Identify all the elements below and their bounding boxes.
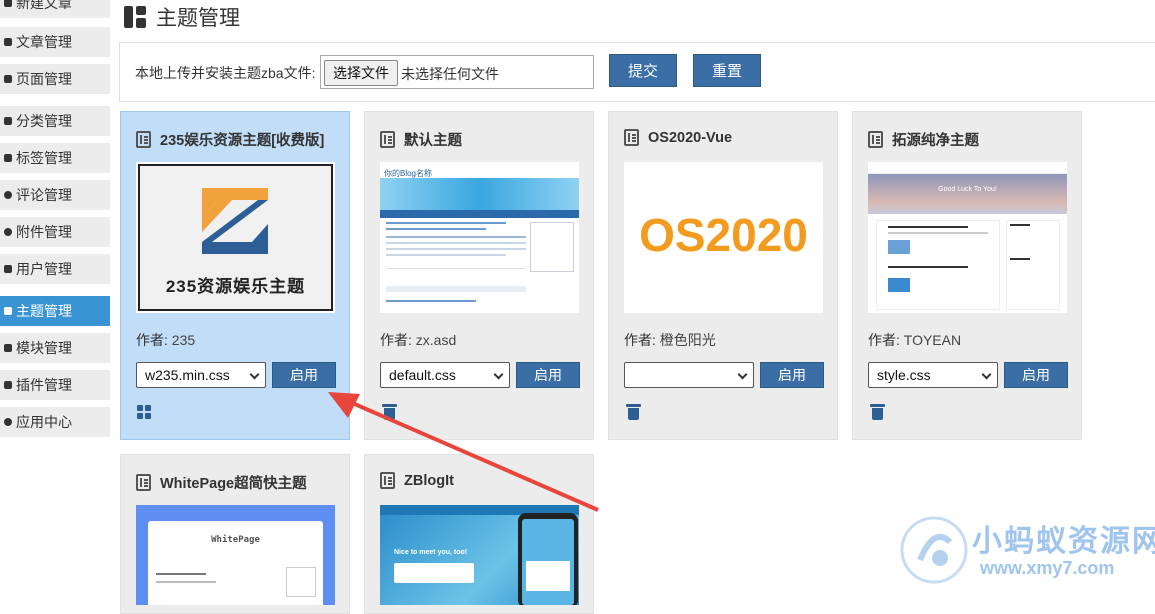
- user-icon: [0, 254, 16, 284]
- sidebar-item-new-post[interactable]: 新建文章: [0, 0, 110, 18]
- plugin-icon: [0, 370, 16, 400]
- watermark-logo-icon: [900, 516, 968, 584]
- theme-thumbnail: 235资源娱乐主题: [136, 162, 335, 313]
- thumbnail-caption: OS2020: [639, 209, 808, 261]
- sidebar-item-categories[interactable]: 分类管理: [0, 106, 110, 136]
- sidebar-item-label: 标签管理: [16, 150, 72, 166]
- pencil-icon: [0, 0, 16, 18]
- style-select[interactable]: style.css: [868, 362, 998, 388]
- watermark-title: 小蚂蚁资源网: [972, 525, 1155, 558]
- sidebar-item-label: 新建文章: [16, 0, 72, 11]
- file-input[interactable]: 选择文件 未选择任何文件: [320, 55, 594, 89]
- sidebar-item-pages[interactable]: 页面管理: [0, 64, 110, 94]
- submit-button[interactable]: 提交: [609, 54, 677, 87]
- dashboard-icon: [124, 6, 146, 28]
- style-select[interactable]: w235.min.css: [136, 362, 266, 388]
- sidebar-item-plugins[interactable]: 插件管理: [0, 370, 110, 400]
- chevron-down-icon: [249, 369, 260, 380]
- sidebar-item-label: 主题管理: [16, 303, 72, 319]
- logo-z-icon: [202, 188, 268, 254]
- sidebar-item-label: 应用中心: [16, 414, 72, 430]
- module-icon: [0, 333, 16, 363]
- theme-title: WhitePage超简快主题: [136, 472, 307, 493]
- enable-button[interactable]: 启用: [272, 362, 336, 388]
- sidebar-item-label: 模块管理: [16, 340, 72, 356]
- sidebar-item-tags[interactable]: 标签管理: [0, 143, 110, 173]
- theme-card: 拓源纯净主题 Good Luck To You! 作者: TOYEAN styl…: [852, 111, 1082, 440]
- theme-author: 作者: TOYEAN: [868, 332, 962, 348]
- sidebar: 新建文章 文章管理 页面管理 分类管理 标签管理 评论管理 附件管理 用户管理 …: [0, 0, 110, 598]
- theme-title: OS2020-Vue: [624, 129, 732, 146]
- theme-card: OS2020-Vue OS2020 作者: 橙色阳光 启用: [608, 111, 838, 440]
- sidebar-item-label: 分类管理: [16, 113, 72, 129]
- chevron-down-icon: [493, 369, 504, 380]
- page-icon: [0, 64, 16, 94]
- enable-button[interactable]: 启用: [516, 362, 580, 388]
- theme-author: 作者: zx.asd: [380, 332, 457, 348]
- theme-thumbnail: OS2020: [624, 162, 823, 313]
- theme-thumbnail: 你的Blog名称: [380, 162, 579, 313]
- sidebar-item-posts[interactable]: 文章管理: [0, 27, 110, 57]
- reset-button[interactable]: 重置: [693, 54, 761, 87]
- watermark: 小蚂蚁资源网 www.xmy7.com: [900, 510, 1155, 598]
- chevron-down-icon: [981, 369, 992, 380]
- chevron-down-icon: [737, 369, 748, 380]
- sidebar-item-users[interactable]: 用户管理: [0, 254, 110, 284]
- theme-card: WhitePage超简快主题 WhitePage: [120, 454, 350, 614]
- sidebar-item-label: 附件管理: [16, 224, 72, 240]
- thumbnail-caption: WhitePage: [211, 535, 260, 545]
- theme-author: 作者: 235: [136, 332, 196, 348]
- sidebar-item-label: 评论管理: [16, 187, 72, 203]
- theme-card: 235娱乐资源主题[收费版] 235资源娱乐主题 作者: 235 w235.mi…: [120, 111, 350, 440]
- sidebar-item-modules[interactable]: 模块管理: [0, 333, 110, 363]
- theme-thumbnail: Good Luck To You!: [868, 162, 1067, 313]
- tag-icon: [0, 143, 16, 173]
- theme-thumbnail: WhitePage: [136, 505, 335, 605]
- document-icon: [868, 131, 883, 148]
- choose-file-button[interactable]: 选择文件: [324, 60, 398, 86]
- trash-icon[interactable]: [870, 404, 885, 420]
- theme-title: 235娱乐资源主题[收费版]: [136, 129, 324, 150]
- attachment-icon: [0, 217, 16, 247]
- sidebar-item-label: 文章管理: [16, 34, 72, 50]
- watermark-url: www.xmy7.com: [980, 558, 1115, 578]
- style-select[interactable]: [624, 362, 754, 388]
- theme-thumbnail: Nice to meet you, too!: [380, 505, 579, 605]
- document-icon: [136, 474, 151, 491]
- sidebar-item-label: 用户管理: [16, 261, 72, 277]
- sidebar-item-label: 页面管理: [16, 71, 72, 87]
- annotation-arrow: [328, 392, 599, 512]
- sidebar-item-app-center[interactable]: 应用中心: [0, 407, 110, 437]
- theme-title: 默认主题: [380, 129, 462, 150]
- trash-icon[interactable]: [626, 404, 641, 420]
- style-select[interactable]: default.css: [380, 362, 510, 388]
- thumbnail-caption: Good Luck To You!: [938, 186, 997, 193]
- thumbnail-caption: Nice to meet you, too!: [394, 549, 468, 556]
- document-icon: [380, 131, 395, 148]
- sidebar-item-attachments[interactable]: 附件管理: [0, 217, 110, 247]
- sidebar-item-themes[interactable]: 主题管理: [0, 296, 110, 326]
- enable-button[interactable]: 启用: [1004, 362, 1068, 388]
- file-status: 未选择任何文件: [401, 66, 499, 82]
- theme-title: 拓源纯净主题: [868, 129, 979, 150]
- document-icon: [624, 129, 639, 146]
- comment-icon: [0, 180, 16, 210]
- enable-button[interactable]: 启用: [760, 362, 824, 388]
- category-icon: [0, 106, 16, 136]
- app-center-icon: [0, 407, 16, 437]
- page-title-text: 主题管理: [156, 7, 240, 30]
- upload-label: 本地上传并安装主题zba文件:: [135, 65, 316, 81]
- sidebar-item-label: 插件管理: [16, 377, 72, 393]
- theme-author: 作者: 橙色阳光: [624, 332, 716, 348]
- sidebar-item-comments[interactable]: 评论管理: [0, 180, 110, 210]
- page-title: 主题管理: [124, 2, 240, 32]
- thumbnail-caption: 235资源娱乐主题: [165, 277, 306, 296]
- grid-icon[interactable]: [137, 405, 152, 420]
- upload-form: 本地上传并安装主题zba文件: 选择文件 未选择任何文件 提交 重置: [119, 42, 1155, 102]
- posts-icon: [0, 27, 16, 57]
- document-icon: [136, 131, 151, 148]
- dashboard-icon: [0, 296, 16, 326]
